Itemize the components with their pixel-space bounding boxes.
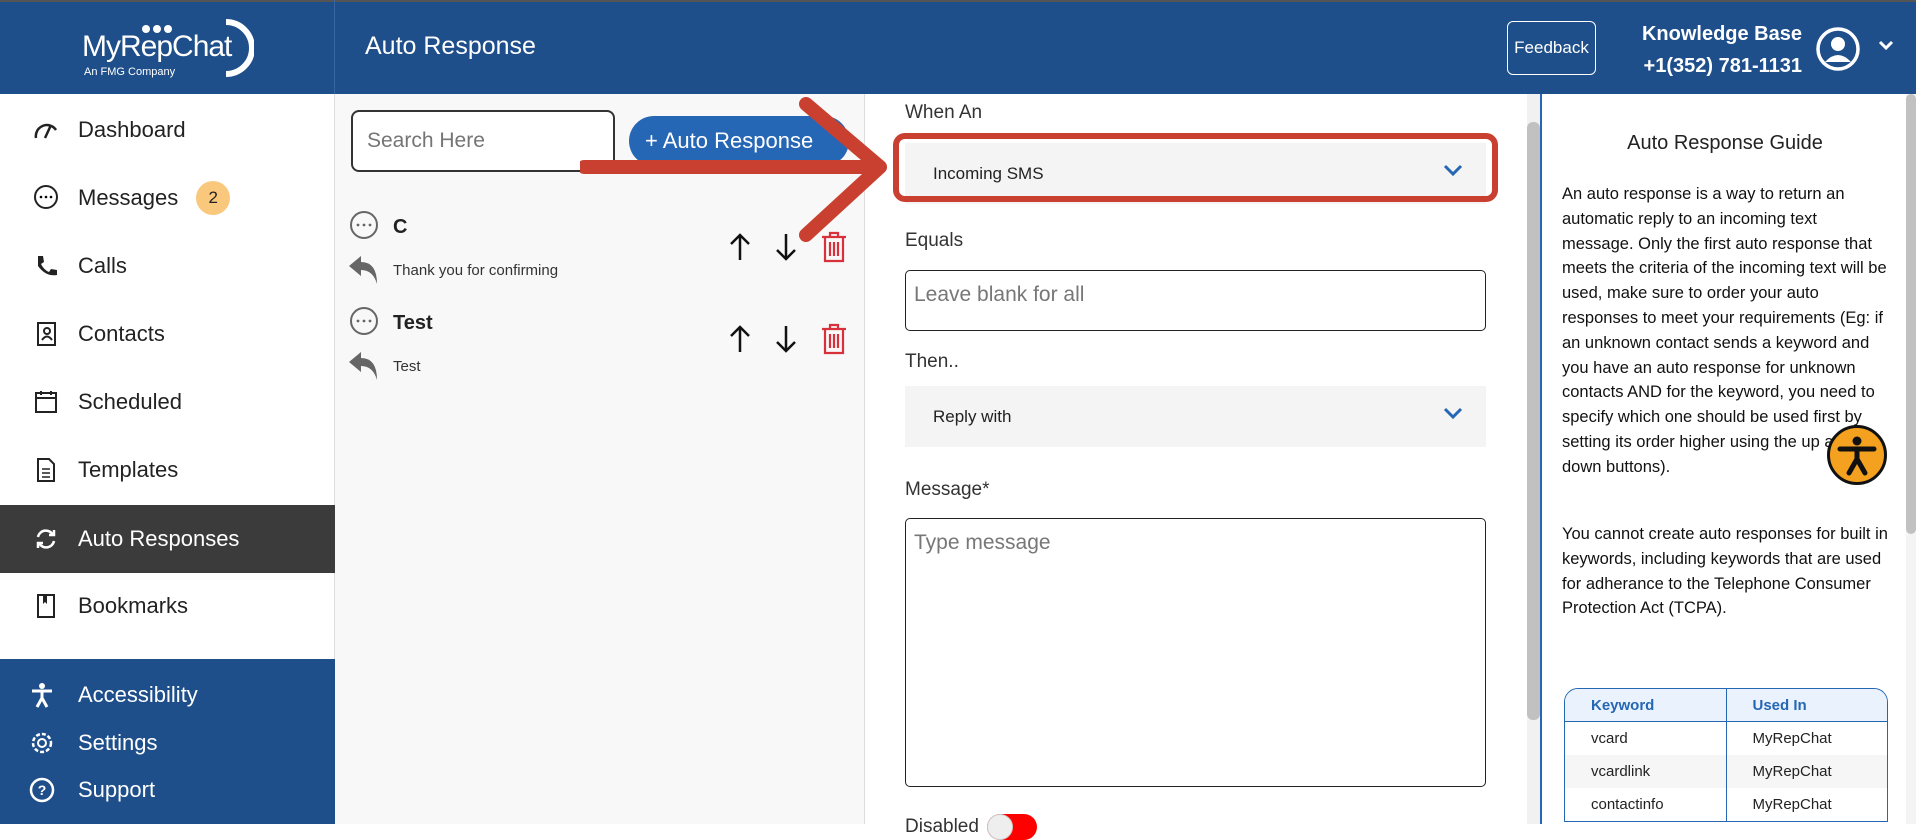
sidebar-item-label: Messages — [78, 185, 179, 210]
sidebar-item-dashboard[interactable]: Dashboard — [0, 96, 335, 164]
used-in-cell: MyRepChat — [1752, 763, 1832, 780]
support-link[interactable]: ? Support — [28, 776, 155, 804]
auto-response-form: When An Incoming SMS Equals Leave blank … — [865, 94, 1527, 840]
accessibility-icon — [32, 683, 52, 708]
calendar-icon — [35, 391, 57, 413]
document-icon — [37, 458, 55, 482]
auto-response-name: Test — [393, 312, 433, 334]
table-row: vcard MyRepChat — [1565, 722, 1887, 755]
help-icon: ? — [29, 777, 55, 803]
keyword-cell: contactinfo — [1565, 788, 1727, 821]
logo-tagline: An FMG Company — [84, 66, 176, 78]
auto-response-reply: Thank you for confirming — [393, 262, 559, 279]
list-item[interactable]: Test Test — [347, 302, 857, 382]
sidebar-item-label: Calls — [78, 253, 127, 278]
sidebar-item-label: Bookmarks — [78, 593, 189, 618]
accessibility-widget-button[interactable] — [1827, 425, 1887, 485]
support-label: Support — [78, 777, 156, 802]
page-title: Auto Response — [365, 32, 536, 60]
guide-paragraph: You cannot create auto responses for bui… — [1562, 525, 1888, 618]
auto-response-reply: Test — [393, 358, 421, 375]
gear-icon — [31, 732, 53, 754]
column-header: Keyword — [1565, 689, 1727, 721]
accessibility-icon — [1837, 436, 1877, 476]
table-row: contactinfo MyRepChat — [1565, 788, 1887, 821]
unread-badge: 2 — [196, 181, 231, 215]
feedback-button[interactable]: Feedback — [1507, 21, 1596, 75]
sidebar-footer: Accessibility Settings ? Support — [0, 659, 335, 824]
chat-icon — [34, 185, 58, 209]
disabled-label: Disabled — [905, 816, 979, 837]
auto-response-name: C — [393, 216, 408, 238]
table-row: vcardlink MyRepChat — [1565, 755, 1887, 788]
then-label: Then.. — [905, 351, 959, 372]
contacts-icon — [37, 322, 56, 346]
chevron-down-icon — [1443, 407, 1463, 420]
sidebar-item-label: Scheduled — [78, 389, 182, 414]
refresh-icon — [36, 529, 56, 549]
sidebar-item-contacts[interactable]: Contacts — [0, 300, 335, 368]
then-select[interactable]: Reply with — [905, 386, 1486, 447]
sidebar-item-label: Contacts — [78, 321, 165, 346]
sidebar-item-scheduled[interactable]: Scheduled — [0, 368, 335, 436]
message-label: Message* — [905, 479, 990, 500]
used-in-cell: MyRepChat — [1752, 796, 1832, 813]
trash-icon[interactable] — [819, 322, 849, 356]
equals-label: Equals — [905, 230, 964, 251]
when-label: When An — [905, 102, 983, 123]
table-header: Keyword Used In — [1565, 689, 1887, 722]
move-down-icon[interactable] — [773, 324, 799, 354]
sidebar-item-templates[interactable]: Templates — [0, 436, 335, 504]
sidebar-item-auto-responses[interactable]: Auto Responses — [0, 505, 335, 573]
settings-link[interactable]: Settings — [28, 729, 158, 757]
logo-bracket-icon — [225, 19, 254, 77]
sidebar-item-label: Dashboard — [78, 117, 186, 142]
annotation-arrow-icon — [580, 97, 887, 242]
chevron-down-icon[interactable] — [1878, 40, 1894, 52]
accessibility-label: Accessibility — [78, 682, 198, 707]
guide-scrollbar-thumb[interactable] — [1906, 94, 1916, 534]
phone-number: +1(352) 781-1131 — [1643, 55, 1802, 77]
sidebar-item-messages[interactable]: Messages 2 — [0, 164, 335, 232]
highlight-box — [893, 133, 1498, 202]
keyword-cell: vcardlink — [1565, 755, 1727, 788]
reply-icon — [349, 256, 377, 284]
bookmark-icon — [37, 594, 55, 618]
settings-label: Settings — [78, 730, 158, 755]
logo-text: MyRepChat — [82, 30, 232, 63]
svg-text:?: ? — [38, 782, 47, 798]
avatar-icon[interactable] — [1815, 26, 1861, 72]
sidebar-item-label: Auto Responses — [78, 526, 240, 551]
used-in-cell: MyRepChat — [1752, 730, 1832, 747]
sidebar-item-calls[interactable]: Calls — [0, 232, 335, 300]
form-scrollbar-thumb[interactable] — [1527, 122, 1540, 720]
accessibility-link[interactable]: Accessibility — [28, 681, 198, 709]
sidebar-item-label: Templates — [78, 457, 179, 482]
chat-icon — [350, 307, 378, 335]
sidebar-item-bookmarks[interactable]: Bookmarks — [0, 572, 335, 640]
chat-icon — [350, 211, 378, 239]
knowledge-base-link[interactable]: Knowledge Base — [1642, 18, 1802, 50]
disabled-toggle[interactable] — [987, 814, 1037, 840]
then-select-value: Reply with — [933, 406, 1012, 426]
equals-input[interactable]: Leave blank for all — [905, 270, 1486, 331]
search-input[interactable] — [351, 110, 615, 172]
column-header: Used In — [1752, 696, 1807, 714]
message-textarea[interactable]: Type message — [905, 518, 1486, 787]
move-up-icon[interactable] — [727, 324, 753, 354]
logo[interactable]: MyRepChat An FMG Company — [0, 0, 335, 94]
keyword-cell: vcard — [1565, 722, 1727, 755]
keyword-table: Keyword Used In vcard MyRepChat vcardlink M… — [1564, 688, 1888, 822]
knowledge-base[interactable]: Knowledge Base +1(352) 781-1131 — [1642, 18, 1802, 82]
gauge-icon — [34, 123, 58, 139]
phone-icon — [38, 256, 57, 276]
reply-icon — [349, 352, 377, 380]
guide-title: Auto Response Guide — [1627, 132, 1823, 154]
